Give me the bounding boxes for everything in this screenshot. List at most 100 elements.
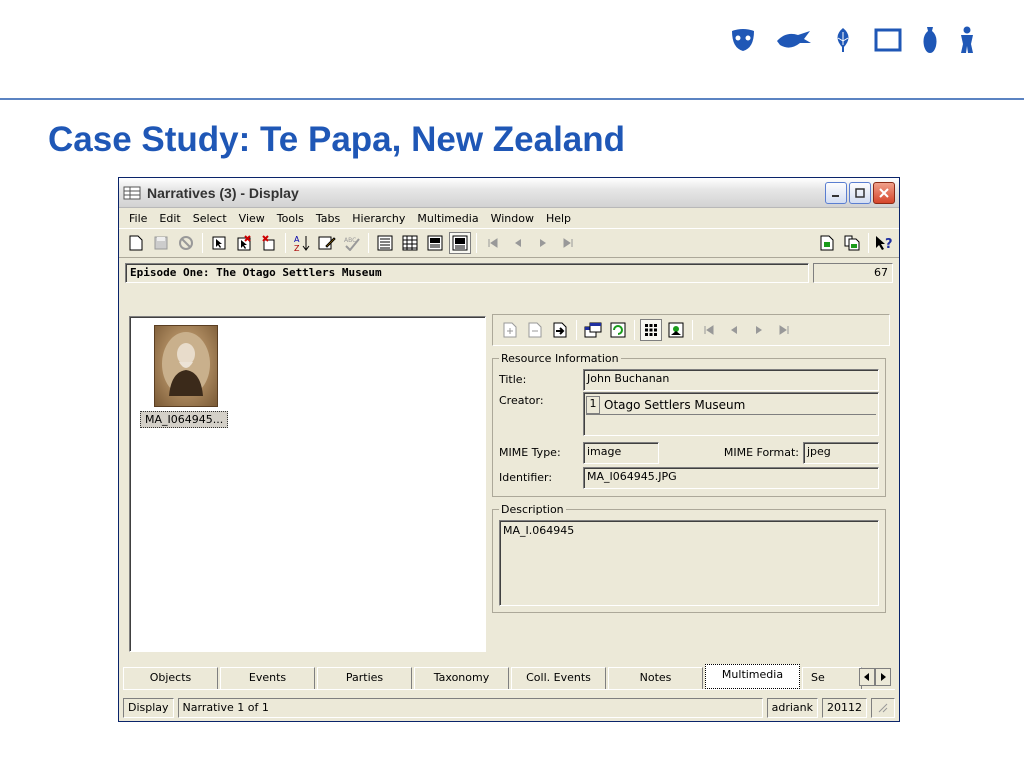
creator-list[interactable]: 1 Otago Settlers Museum [583,392,879,436]
whats-this-button[interactable]: ? [874,232,896,254]
svg-text:Z: Z [294,244,300,252]
resource-information-legend: Resource Information [501,352,619,365]
multimedia-previous-button[interactable] [723,319,745,341]
toolbar-separator [692,320,693,340]
spell-check-button[interactable]: ABC [341,232,363,254]
tab-scroll-right-button[interactable] [875,668,891,686]
tab-events[interactable]: Events [220,667,315,689]
portrait-image-icon [162,332,210,396]
delete-record-button[interactable] [258,232,280,254]
first-record-button[interactable] [482,232,504,254]
menu-multimedia[interactable]: Multimedia [411,212,484,225]
creator-row: Creator: 1 Otago Settlers Museum [499,392,879,440]
menu-edit[interactable]: Edit [153,212,186,225]
pointer-box-icon [212,236,226,250]
menu-select[interactable]: Select [187,212,233,225]
menu-view[interactable]: View [233,212,271,225]
new-button[interactable] [125,232,147,254]
copy-record-button[interactable] [816,232,838,254]
arrow-left-icon [864,673,869,681]
mime-format-field[interactable]: jpeg [803,441,879,464]
tab-objects[interactable]: Objects [123,667,218,689]
tab-coll-events[interactable]: Coll. Events [511,667,606,689]
identifier-label: Identifier: [499,471,553,484]
page-view-button[interactable] [424,232,446,254]
previous-record-button[interactable] [507,232,529,254]
close-button[interactable] [873,181,895,204]
multimedia-last-button[interactable] [773,319,795,341]
attach-multimedia-button[interactable] [549,319,571,341]
new-document-icon [129,235,143,251]
table-view-button[interactable] [399,232,421,254]
minimize-button[interactable] [825,181,847,204]
windows-icon [584,322,602,338]
last-record-button[interactable] [557,232,579,254]
display-view-button[interactable] [449,232,471,254]
view-windows-button[interactable] [582,319,604,341]
refresh-multimedia-button[interactable] [607,319,629,341]
mask-icon [732,29,754,51]
arrow-right-icon [881,673,886,681]
tab-notes[interactable]: Notes [608,667,703,689]
next-icon [540,239,546,247]
delete-select-button[interactable] [233,232,255,254]
resize-grip-icon [878,703,888,713]
title-row: Title: John Buchanan [499,367,879,392]
next-record-button[interactable] [532,232,554,254]
delete-record-icon [262,235,275,251]
toolbar-separator [285,233,286,253]
status-number: 20112 [822,698,867,718]
tab-se[interactable]: Se [802,667,862,689]
cancel-icon [179,236,193,250]
mime-type-field[interactable]: image [583,441,659,464]
multimedia-first-button[interactable] [698,319,720,341]
menu-window[interactable]: Window [485,212,540,225]
list-view-button[interactable] [374,232,396,254]
resize-grip[interactable] [871,698,895,718]
menu-hierarchy[interactable]: Hierarchy [346,212,411,225]
title-bar[interactable]: Narratives (3) - Display [119,178,899,208]
image-view-button[interactable] [665,319,687,341]
menu-file[interactable]: File [123,212,153,225]
header-rule [0,98,1024,100]
identifier-field[interactable]: MA_I064945.JPG [583,466,879,489]
narrative-count-field[interactable]: 67 [813,263,893,283]
title-field[interactable]: John Buchanan [583,368,879,391]
table-view-icon [402,235,418,251]
thumbnail-view-button[interactable] [640,319,662,341]
status-record: Narrative 1 of 1 [177,698,763,718]
menu-help[interactable]: Help [540,212,577,225]
portrait-thumbnail[interactable] [154,325,218,407]
multimedia-next-button[interactable] [748,319,770,341]
tab-parties[interactable]: Parties [317,667,412,689]
save-button[interactable] [150,232,172,254]
help-pointer-icon: ? [876,236,893,251]
creator-list-item[interactable]: 1 Otago Settlers Museum [586,395,876,415]
tab-multimedia[interactable]: Multimedia [705,664,800,689]
mime-type-label: MIME Type: [499,446,561,459]
duplicate-record-button[interactable] [841,232,863,254]
maximize-button[interactable] [849,181,871,204]
edit-button[interactable] [316,232,338,254]
add-multimedia-button[interactable] [499,319,521,341]
sort-button[interactable]: AZ [291,232,313,254]
menu-tools[interactable]: Tools [271,212,310,225]
description-field[interactable]: MA_I.064945 [499,520,879,606]
select-record-button[interactable] [208,232,230,254]
cancel-button[interactable] [175,232,197,254]
maximize-icon [855,187,865,198]
main-toolbar: AZ ABC ? [119,228,899,258]
first-icon [488,238,498,248]
menu-tabs[interactable]: Tabs [310,212,346,225]
tab-taxonomy[interactable]: Taxonomy [414,667,509,689]
close-icon [879,187,889,198]
copy-record-icon [820,235,834,251]
tab-scroll-left-button[interactable] [859,668,875,686]
remove-multimedia-button[interactable] [524,319,546,341]
identifier-row: Identifier: MA_I064945.JPG [499,465,879,490]
app-grid-icon [123,186,141,199]
creator-value: Otago Settlers Museum [604,397,746,412]
svg-text:?: ? [885,237,893,251]
multimedia-thumbnail-pane[interactable]: MA_I064945... [129,316,486,652]
narrative-name-field[interactable]: Episode One: The Otago Settlers Museum [125,263,809,283]
